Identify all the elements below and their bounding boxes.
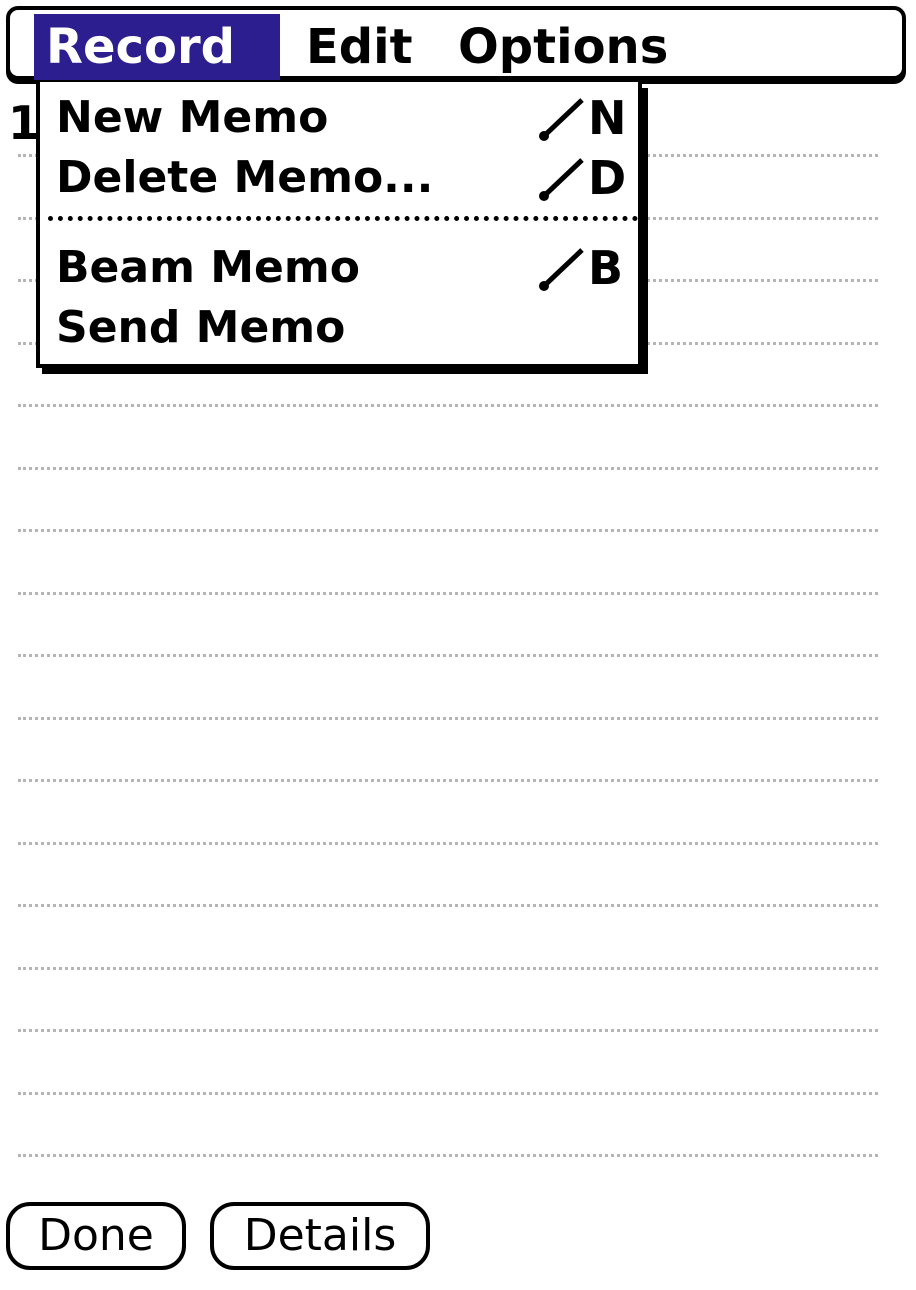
- menu-bar: Record Edit Options: [6, 6, 906, 80]
- menu-record[interactable]: Record: [34, 14, 280, 80]
- details-button[interactable]: Details: [210, 1202, 430, 1270]
- shortcut-key: N: [588, 91, 627, 145]
- graffiti-command-stroke-icon: [539, 248, 584, 291]
- memo-line: [18, 779, 878, 782]
- memo-line: [18, 966, 878, 970]
- menu-edit[interactable]: Edit: [294, 14, 424, 80]
- record-menu-dropdown: New Memo N Delete Memo... D Beam Memo B …: [36, 82, 642, 368]
- menu-item-label: New Memo: [56, 92, 329, 143]
- menu-item-delete-memo[interactable]: Delete Memo... D: [54, 148, 630, 208]
- shortcut-delete-memo: D: [538, 148, 630, 208]
- menu-item-new-memo[interactable]: New Memo N: [54, 88, 630, 148]
- memo-line: [18, 1029, 878, 1032]
- shortcut-key: B: [588, 241, 624, 295]
- graffiti-command-stroke-icon: [539, 158, 584, 201]
- menu-item-label: Send Memo: [56, 302, 346, 353]
- memo-line: [18, 591, 878, 595]
- shortcut-beam-memo: B: [538, 238, 630, 298]
- done-button[interactable]: Done: [6, 1202, 186, 1270]
- memo-line: [18, 1091, 878, 1095]
- memo-line: [18, 466, 878, 470]
- memo-line: [18, 841, 878, 845]
- memo-line: [18, 1154, 878, 1157]
- memo-line: [18, 529, 878, 532]
- memo-line: [18, 404, 878, 407]
- memo-line: [18, 654, 878, 657]
- memo-line: [18, 904, 878, 907]
- menu-item-label: Delete Memo...: [56, 152, 434, 203]
- memo-line: [18, 716, 878, 720]
- shortcut-key: D: [588, 151, 627, 205]
- menu-options[interactable]: Options: [446, 14, 696, 80]
- menu-item-beam-memo[interactable]: Beam Memo B: [54, 238, 630, 298]
- menu-item-label: Beam Memo: [56, 242, 360, 293]
- graffiti-command-stroke-icon: [539, 98, 584, 141]
- shortcut-new-memo: N: [538, 88, 630, 148]
- menu-item-send-memo[interactable]: Send Memo: [54, 298, 630, 358]
- menu-separator: [48, 216, 638, 221]
